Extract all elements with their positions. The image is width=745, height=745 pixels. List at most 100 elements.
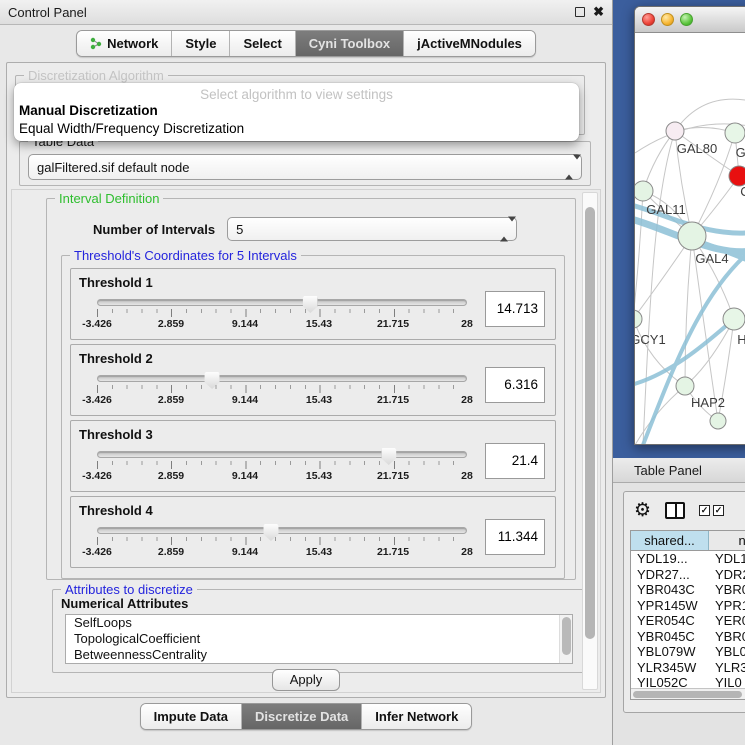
list-scrollbar[interactable] — [559, 615, 572, 663]
group-title: Attributes to discretize — [61, 582, 197, 597]
tab-label: Cyni Toolbox — [309, 36, 390, 51]
scrollbar-thumb[interactable] — [585, 207, 595, 639]
spinner-arrows-icon — [500, 222, 509, 237]
checkbox-icon[interactable]: ✓ — [699, 505, 710, 516]
slider-tick-labels: -3.426 2.859 9.144 15.43 21.715 28 — [97, 546, 467, 559]
slider-ticks — [97, 309, 467, 317]
tab-cyni-toolbox[interactable]: Cyni Toolbox — [296, 31, 404, 56]
close-traffic-light-icon[interactable] — [642, 13, 655, 26]
numerical-attributes-list[interactable]: SelfLoops TopologicalCoefficient Between… — [65, 614, 573, 664]
right-region: GAL80GAGAL11CGAL4GCY1HHAP2 Table Panel ⚙… — [612, 0, 745, 745]
threshold-4-slider[interactable]: -3.426 2.859 9.144 15.43 21.715 28 — [97, 527, 467, 567]
number-of-intervals-combobox[interactable]: 5 — [227, 217, 517, 241]
threshold-2-value-field[interactable]: 6.316 — [485, 367, 545, 403]
cyni-toolbox-panel: Discretization Algorithm Select algorith… — [6, 62, 606, 698]
node-attribute-table[interactable]: shared... na YDL19...YDL1 YDR27...YDR2 Y… — [630, 530, 745, 700]
table-panel-body: ⚙ ✓ ✓ shared... na YDL19...YDL1 — [623, 491, 745, 713]
node-label: GAL4 — [695, 251, 728, 266]
table-row[interactable]: YLR345WYLR3 — [631, 660, 745, 676]
list-item[interactable]: TopologicalCoefficient — [66, 631, 572, 647]
slider-track[interactable] — [97, 299, 467, 306]
checkbox-icons[interactable]: ✓ ✓ — [699, 505, 724, 516]
thresholds-group: Threshold's Coordinates for 5 Intervals … — [61, 255, 565, 579]
table-row[interactable]: YER054CYER0 — [631, 613, 745, 629]
attributes-group: Attributes to discretize Numerical Attri… — [52, 589, 592, 673]
threshold-label: Threshold 4 — [79, 503, 153, 518]
checkbox-icon[interactable]: ✓ — [713, 505, 724, 516]
table-horizontal-scrollbar[interactable] — [631, 688, 745, 699]
node-label: HAP2 — [691, 395, 725, 410]
threshold-1-slider[interactable]: -3.426 2.859 9.144 15.43 21.715 28 — [97, 299, 467, 339]
threshold-label: Threshold 1 — [79, 275, 153, 290]
network-canvas[interactable]: GAL80GAGAL11CGAL4GCY1HHAP2 — [635, 33, 745, 444]
threshold-3-value-field[interactable]: 21.4 — [485, 443, 545, 479]
slider-tick-labels: -3.426 2.859 9.144 15.43 21.715 28 — [97, 394, 467, 407]
app-root: Control Panel ✖ Network — [0, 0, 745, 745]
tab-impute-data[interactable]: Impute Data — [141, 704, 242, 729]
slider-ticks — [97, 385, 467, 393]
network-node[interactable] — [666, 122, 684, 140]
table-row[interactable]: YBL079WYBL0 — [631, 644, 745, 660]
table-data-combobox[interactable]: galFiltered.sif default node — [28, 154, 582, 180]
network-node[interactable] — [723, 308, 745, 330]
threshold-3-slider[interactable]: -3.426 2.859 9.144 15.43 21.715 28 — [97, 451, 467, 491]
slider-track[interactable] — [97, 527, 467, 534]
table-row[interactable]: YDR27...YDR2 — [631, 567, 745, 583]
network-node[interactable] — [678, 222, 706, 250]
network-node[interactable] — [729, 166, 745, 186]
numerical-attributes-label: Numerical Attributes — [61, 596, 188, 611]
network-node[interactable] — [676, 377, 694, 395]
threshold-4-value-field[interactable]: 11.344 — [485, 519, 545, 555]
slider-tick-labels: -3.426 2.859 9.144 15.43 21.715 28 — [97, 318, 467, 331]
group-title: Interval Definition — [55, 191, 163, 206]
threshold-1-value-field[interactable]: 14.713 — [485, 291, 545, 327]
apply-button[interactable]: Apply — [272, 669, 340, 691]
tab-label: Infer Network — [375, 709, 458, 724]
group-title: Discretization Algorithm — [24, 68, 168, 83]
node-label: GAL80 — [677, 141, 717, 156]
tab-infer-network[interactable]: Infer Network — [362, 704, 471, 729]
scrollbar-thumb[interactable] — [633, 691, 742, 698]
number-of-intervals-label: Number of Intervals — [93, 222, 215, 237]
close-icon[interactable]: ✖ — [593, 7, 604, 17]
network-node[interactable] — [710, 413, 726, 429]
popup-option-manual-discretization[interactable]: Manual Discretization — [14, 102, 579, 120]
threshold-1-box: Threshold 1 -3.426 2.859 — [70, 268, 556, 340]
network-node[interactable] — [725, 123, 745, 143]
column-layout-icon[interactable] — [665, 502, 685, 519]
threshold-3-box: Threshold 3 -3.426 2.859 — [70, 420, 556, 492]
list-item[interactable]: SelfLoops — [66, 615, 572, 631]
network-node[interactable] — [635, 181, 653, 201]
float-window-icon[interactable] — [575, 7, 585, 17]
zoom-traffic-light-icon[interactable] — [680, 13, 693, 26]
table-row[interactable]: YPR145WYPR1 — [631, 598, 745, 614]
tab-network[interactable]: Network — [77, 31, 172, 56]
minimize-traffic-light-icon[interactable] — [661, 13, 674, 26]
network-window-titlebar[interactable] — [635, 7, 745, 33]
table-row[interactable]: YBR045CYBR0 — [631, 629, 745, 645]
column-header-name[interactable]: na — [709, 531, 745, 550]
column-header-shared-name[interactable]: shared... — [631, 531, 709, 550]
settings-vertical-scrollbar[interactable] — [582, 192, 598, 690]
popup-option-equal-width-frequency[interactable]: Equal Width/Frequency Discretization — [14, 120, 579, 138]
tab-select[interactable]: Select — [230, 31, 295, 56]
table-toolbar: ⚙ ✓ ✓ — [624, 492, 745, 528]
table-row[interactable]: YDL19...YDL1 — [631, 551, 745, 567]
slider-ticks — [97, 537, 467, 545]
table-data-group: Table Data galFiltered.sif default node — [19, 141, 591, 186]
threshold-label: Threshold 3 — [79, 427, 153, 442]
tab-discretize-data[interactable]: Discretize Data — [242, 704, 362, 729]
slider-track[interactable] — [97, 375, 467, 382]
tab-label: Network — [107, 36, 158, 51]
table-row[interactable]: YBR043CYBR0 — [631, 582, 745, 598]
threshold-2-slider[interactable]: -3.426 2.859 9.144 15.43 21.715 28 — [97, 375, 467, 415]
tab-style[interactable]: Style — [172, 31, 230, 56]
slider-track[interactable] — [97, 451, 467, 458]
tab-jactivemnodules[interactable]: jActiveMNodules — [404, 31, 535, 56]
combobox-value: galFiltered.sif default node — [37, 160, 189, 175]
node-label: GAL11 — [646, 202, 686, 217]
gear-icon[interactable]: ⚙ — [634, 500, 651, 520]
list-item[interactable]: BetweennessCentrality — [66, 647, 572, 663]
table-panel-title: Table Panel — [634, 463, 702, 478]
network-node[interactable] — [635, 310, 642, 328]
